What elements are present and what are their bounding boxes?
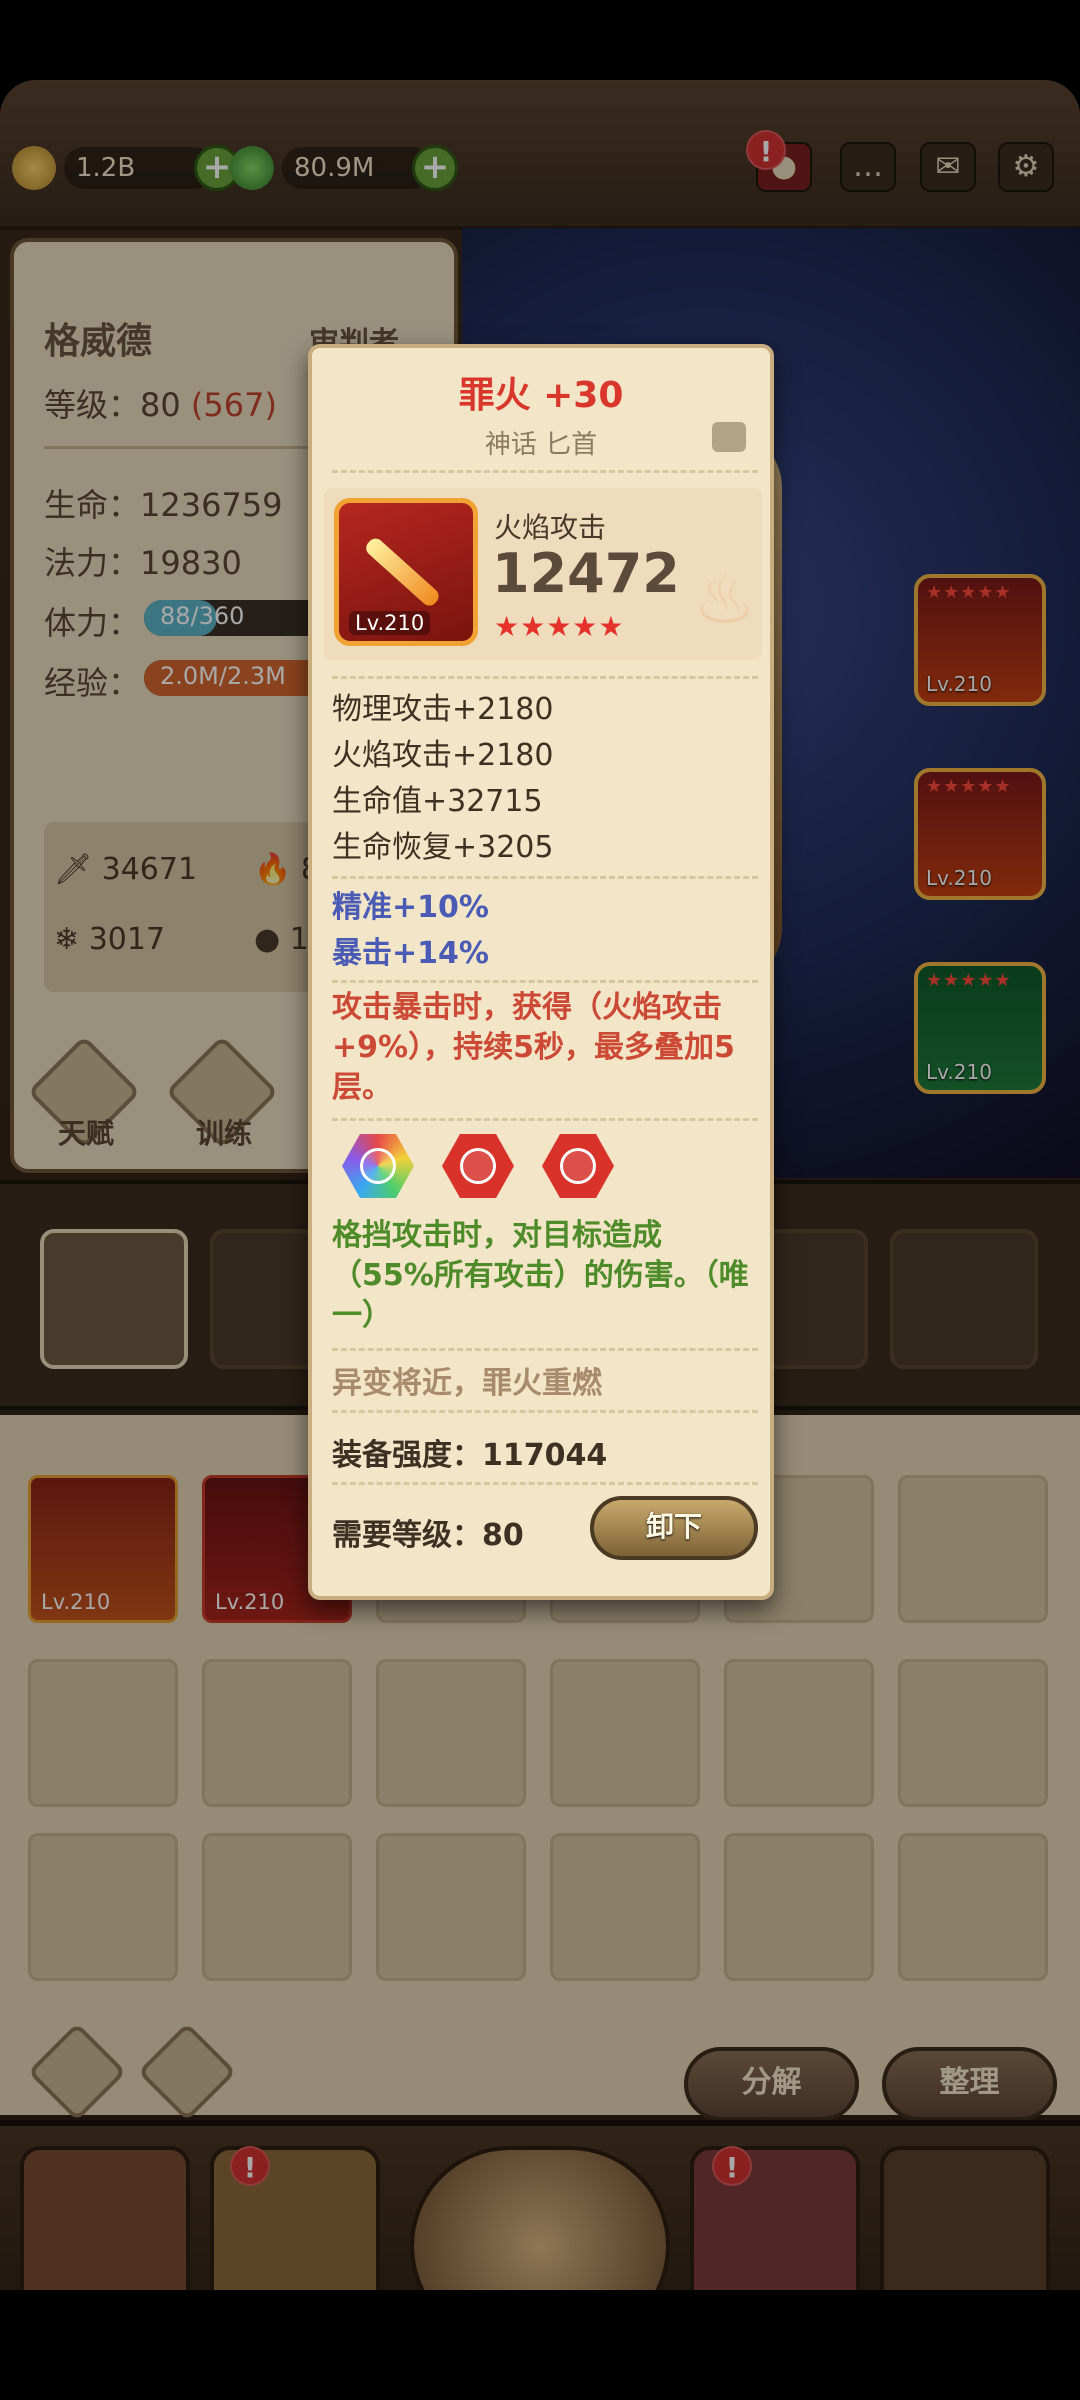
divider xyxy=(332,876,758,879)
item-icon: Lv.210 xyxy=(334,498,478,646)
divider xyxy=(332,676,758,679)
item-stars: ★★★★★ xyxy=(494,610,625,643)
flame-icon: ♨ xyxy=(693,558,756,640)
power-value: 117044 xyxy=(482,1438,608,1473)
bonus-stat-line: 暴击+14% xyxy=(332,936,489,971)
divider xyxy=(332,1118,758,1121)
shirt-icon xyxy=(712,422,746,452)
item-subtitle: 神话 匕首 xyxy=(484,430,598,460)
item-title: 罪火 +30 xyxy=(458,375,624,416)
divider xyxy=(332,1482,758,1485)
stat-line: 生命恢复+3205 xyxy=(332,830,554,865)
stat-line: 生命值+32715 xyxy=(332,784,543,819)
unequip-button[interactable]: 卸下 xyxy=(590,1496,758,1560)
power-row: 装备强度：117044 xyxy=(332,1430,607,1474)
divider xyxy=(332,1348,758,1351)
item-level: Lv.210 xyxy=(349,611,431,635)
item-tooltip-card: 罪火 +30 神话 匕首 Lv.210 火焰攻击 12472 ★★★★★ ♨ 物… xyxy=(308,344,774,1600)
dagger-icon xyxy=(362,535,442,609)
red-gem-icon[interactable] xyxy=(442,1134,514,1198)
divider xyxy=(332,1410,758,1413)
divider xyxy=(332,470,758,473)
required-level-row: 需要等级：80 xyxy=(332,1510,524,1554)
stat-line: 物理攻击+2180 xyxy=(332,692,554,727)
set-effect-text: 格挡攻击时，对目标造成（55%所有攻击）的伤害。（唯一） xyxy=(332,1218,749,1333)
required-level-value: 80 xyxy=(482,1518,524,1553)
divider xyxy=(332,980,758,983)
item-header-block: Lv.210 火焰攻击 12472 ★★★★★ ♨ xyxy=(324,488,762,660)
special-effect-text: 攻击暴击时，获得（火焰攻击+9%），持续5秒，最多叠加5层。 xyxy=(332,990,735,1105)
required-level-label: 需要等级： xyxy=(332,1518,482,1553)
bonus-stat-line: 精准+10% xyxy=(332,890,489,925)
main-stat-label: 火焰攻击 xyxy=(494,511,607,544)
red-gem-icon[interactable] xyxy=(542,1134,614,1198)
stat-line: 火焰攻击+2180 xyxy=(332,738,554,773)
rainbow-gem-icon[interactable] xyxy=(342,1134,414,1198)
main-stat-value: 12472 xyxy=(492,542,680,605)
power-label: 装备强度： xyxy=(332,1438,482,1473)
flavor-text: 异变将近，罪火重燃 xyxy=(332,1366,602,1401)
